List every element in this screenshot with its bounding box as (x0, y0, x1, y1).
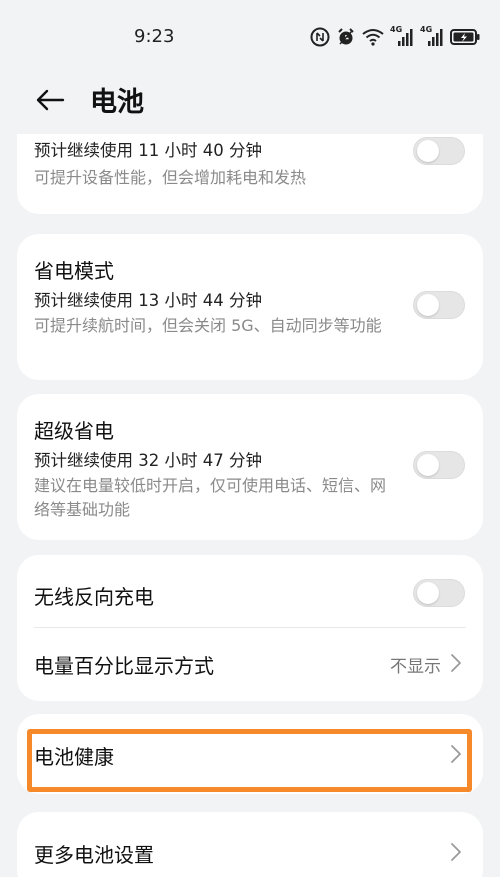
performance-mode-card[interactable]: 预计继续使用 11 小时 40 分钟 可提升设备性能，但会增加耗电和发热 (17, 134, 483, 214)
super-saving-title: 超级省电 (34, 419, 114, 443)
performance-estimate: 预计继续使用 11 小时 40 分钟 (34, 141, 262, 160)
chevron-right-icon (451, 654, 461, 672)
wireless-reverse-title: 无线反向充电 (34, 585, 154, 609)
signal-icon (398, 29, 413, 46)
power-saving-toggle[interactable] (413, 291, 465, 319)
wireless-reverse-row[interactable]: 无线反向充电 (17, 555, 483, 627)
status-time: 9:23 (134, 26, 175, 47)
battery-health-title: 电池健康 (34, 745, 114, 769)
percentage-display-value: 不显示 (390, 657, 441, 677)
more-settings-card[interactable]: 更多电池设置 (17, 812, 483, 877)
power-saving-description: 可提升续航时间，但会关闭 5G、自动同步等功能 (34, 316, 382, 335)
chevron-right-icon (451, 843, 461, 861)
chevron-right-icon (451, 745, 461, 763)
power-saving-card[interactable]: 省电模式 预计继续使用 13 小时 44 分钟 可提升续航时间，但会关闭 5G、… (17, 234, 483, 380)
toggle-knob (417, 140, 439, 162)
page-title: 电池 (90, 87, 144, 118)
power-saving-title: 省电模式 (34, 259, 114, 283)
back-button[interactable] (30, 80, 70, 120)
percentage-display-title: 电量百分比显示方式 (34, 654, 214, 678)
signal-2: 4G (420, 25, 444, 47)
wifi-icon (362, 29, 384, 46)
settings-list[interactable]: 预计继续使用 11 小时 40 分钟 可提升设备性能，但会增加耗电和发热 省电模… (0, 134, 500, 877)
arrow-left-icon (36, 89, 65, 111)
performance-mode-toggle[interactable] (413, 137, 465, 165)
super-saving-card[interactable]: 超级省电 预计继续使用 32 小时 47 分钟 建议在电量较低时开启，仅可使用电… (17, 394, 483, 540)
signal-1: 4G (390, 25, 414, 47)
wireless-reverse-toggle[interactable] (413, 579, 465, 607)
battery-icon (450, 29, 480, 45)
battery-health-card[interactable]: 电池健康 (17, 714, 483, 794)
percentage-display-row[interactable]: 电量百分比显示方式 不显示 (17, 628, 483, 701)
super-saving-description: 建议在电量较低时开启，仅可使用电话、短信、网络等基础功能 (34, 476, 387, 519)
signal-icon (428, 29, 443, 46)
toggle-knob (417, 294, 439, 316)
status-bar: 9:23 4G 4G (0, 0, 500, 74)
power-saving-estimate: 预计继续使用 13 小时 44 分钟 (34, 291, 262, 310)
app-bar: 电池 (0, 74, 500, 134)
status-icons: 4G 4G (310, 25, 480, 48)
toggle-knob (417, 454, 439, 476)
super-saving-toggle[interactable] (413, 451, 465, 479)
alarm-icon (338, 28, 354, 45)
more-settings-title: 更多电池设置 (34, 843, 154, 867)
performance-description: 可提升设备性能，但会增加耗电和发热 (34, 168, 307, 187)
toggle-knob (417, 582, 439, 604)
super-saving-estimate: 预计继续使用 32 小时 47 分钟 (34, 451, 262, 470)
charging-display-card: 无线反向充电 电量百分比显示方式 不显示 (17, 555, 483, 701)
data-icon (310, 27, 330, 47)
